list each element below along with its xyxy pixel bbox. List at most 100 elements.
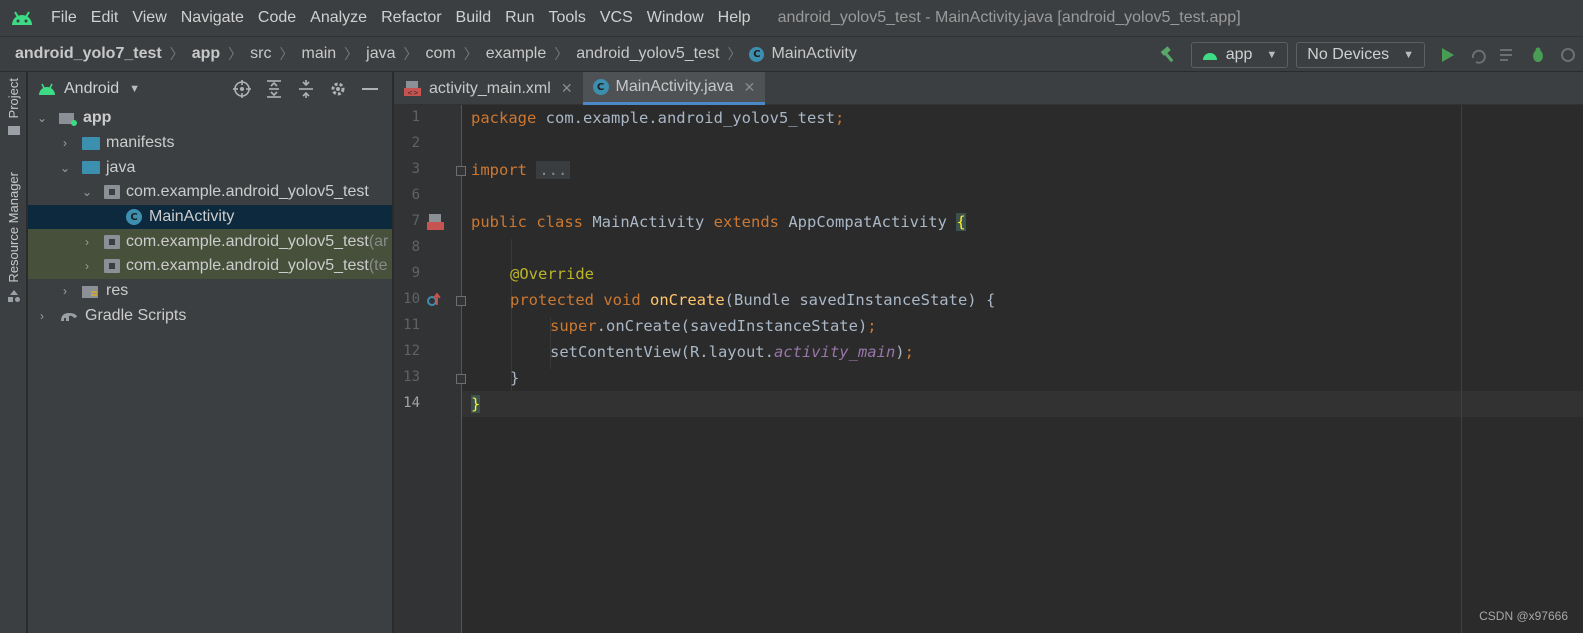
current-line-highlight <box>462 391 1583 417</box>
tree-item-manifests[interactable]: › manifests <box>28 131 392 156</box>
line-number: 11 <box>403 317 420 333</box>
module-folder-icon <box>59 110 77 127</box>
tree-item-app[interactable]: ⌄ app <box>28 106 392 131</box>
resource-manager-tool-tab[interactable]: Resource Manager <box>0 172 27 303</box>
activity-layout-icon[interactable] <box>427 213 444 235</box>
code-line-1: package com.example.android_yolov5_test; <box>471 109 845 127</box>
code-editor[interactable]: 1 2 3 6 7 8 9 10 11 12 13 14 package com… <box>394 105 1583 633</box>
hammer-icon[interactable] <box>1153 40 1183 70</box>
menu-run[interactable]: Run <box>498 9 541 27</box>
android-studio-logo-icon <box>0 0 44 36</box>
tree-item-label: com.example.android_yolov5_test <box>126 183 369 201</box>
menu-tools[interactable]: Tools <box>541 9 592 27</box>
line-number: 1 <box>411 109 420 125</box>
tree-item-package-test[interactable]: › com.example.android_yolov5_test (te <box>28 254 392 279</box>
chevron-down-icon[interactable]: ⌄ <box>35 111 49 125</box>
resource-manager-tab-label: Resource Manager <box>6 172 21 283</box>
line-number: 6 <box>411 187 420 203</box>
code-line-11: super.onCreate(savedInstanceState); <box>550 317 877 335</box>
close-icon[interactable]: ✕ <box>561 80 573 97</box>
menu-file[interactable]: File <box>44 9 84 27</box>
package-icon <box>104 185 120 200</box>
menu-navigate[interactable]: Navigate <box>174 9 251 27</box>
fold-icon[interactable] <box>456 296 466 306</box>
run-icon[interactable] <box>1433 40 1463 70</box>
tree-item-gradle-scripts[interactable]: › Gradle Scripts <box>28 304 392 329</box>
code-line-9: @Override <box>510 265 594 283</box>
breadcrumb-separator-icon: 〉 <box>727 46 742 62</box>
chevron-down-icon[interactable]: ⌄ <box>80 185 94 199</box>
collapse-all-icon[interactable] <box>290 72 322 106</box>
project-view-select[interactable]: Android <box>64 80 119 98</box>
menu-refactor[interactable]: Refactor <box>374 9 448 27</box>
chevron-down-icon[interactable]: ⌄ <box>58 161 72 175</box>
folder-icon <box>7 126 20 136</box>
breadcrumb-project[interactable]: android_yolo7_test <box>15 45 162 63</box>
profile-icon[interactable] <box>1553 40 1583 70</box>
expand-all-icon[interactable] <box>258 72 290 106</box>
breadcrumb-com[interactable]: com <box>426 45 456 63</box>
chevron-right-icon[interactable]: › <box>80 235 94 249</box>
breadcrumb-src[interactable]: src <box>250 45 271 63</box>
run-config-label: app <box>1225 46 1253 63</box>
breadcrumb-separator-icon: 〉 <box>554 46 569 62</box>
menu-analyze[interactable]: Analyze <box>303 9 374 27</box>
minimize-icon[interactable] <box>354 72 386 106</box>
close-icon[interactable]: ✕ <box>744 79 756 96</box>
breadcrumb-example[interactable]: example <box>486 45 546 63</box>
breadcrumb-package[interactable]: android_yolov5_test <box>576 45 719 63</box>
menu-help[interactable]: Help <box>711 9 758 27</box>
chevron-right-icon[interactable]: › <box>58 284 72 298</box>
debug-icon[interactable] <box>1523 40 1553 70</box>
tree-item-label: Gradle Scripts <box>85 306 187 324</box>
tree-item-java[interactable]: ⌄ java <box>28 155 392 180</box>
line-number: 3 <box>411 161 420 177</box>
breadcrumb-app[interactable]: app <box>192 45 220 63</box>
device-select[interactable]: No Devices ▼ <box>1296 42 1425 68</box>
folded-imports[interactable]: ... <box>536 161 571 179</box>
tab-activity-main-xml[interactable]: <> activity_main.xml ✕ <box>394 72 583 105</box>
tree-item-label: MainActivity <box>149 208 235 226</box>
tree-item-res[interactable]: › res <box>28 279 392 304</box>
breadcrumb-class[interactable]: MainActivity <box>771 45 856 63</box>
menu-code[interactable]: Code <box>251 9 303 27</box>
gear-icon[interactable] <box>322 72 354 106</box>
locate-icon[interactable] <box>226 72 258 106</box>
tree-item-mainactivity[interactable]: C MainActivity <box>28 204 392 230</box>
apply-code-changes-icon[interactable] <box>1493 40 1523 70</box>
tree-item-label: com.example.android_yolov5_test <box>126 257 369 275</box>
menu-edit[interactable]: Edit <box>84 9 126 27</box>
android-icon <box>1202 53 1217 60</box>
chevron-right-icon[interactable]: › <box>58 136 72 150</box>
tree-item-label: app <box>83 109 112 127</box>
chevron-right-icon[interactable]: › <box>80 259 94 273</box>
breadcrumb: android_yolo7_test 〉 app 〉 src 〉 main 〉 … <box>0 37 857 71</box>
chevron-down-icon[interactable]: ▼ <box>129 83 140 95</box>
tree-item-suffix: (ar <box>368 232 389 250</box>
tree-item-label: manifests <box>106 134 175 152</box>
tree-item-package[interactable]: ⌄ com.example.android_yolov5_test <box>28 180 392 205</box>
navigation-bar: android_yolo7_test 〉 app 〉 src 〉 main 〉 … <box>0 36 1583 72</box>
breadcrumb-java[interactable]: java <box>366 45 395 63</box>
breadcrumb-separator-icon: 〉 <box>279 46 294 62</box>
menu-vcs[interactable]: VCS <box>593 9 640 27</box>
code-line-12: setContentView(R.layout.activity_main); <box>550 343 914 361</box>
override-method-icon[interactable] <box>426 292 442 311</box>
tab-mainactivity-java[interactable]: C MainActivity.java ✕ <box>582 72 766 105</box>
line-number: 2 <box>411 135 420 151</box>
menu-view[interactable]: View <box>125 9 173 27</box>
chevron-right-icon[interactable]: › <box>35 309 49 323</box>
line-number: 10 <box>403 291 420 307</box>
menu-window[interactable]: Window <box>640 9 711 27</box>
breadcrumb-main[interactable]: main <box>301 45 336 63</box>
menu-build[interactable]: Build <box>449 9 499 27</box>
chevron-down-icon: ▼ <box>1266 49 1278 61</box>
line-number: 7 <box>411 213 420 229</box>
project-tool-tab[interactable]: Project <box>0 78 27 136</box>
fold-icon[interactable] <box>456 374 466 384</box>
run-toolbar: app ▼ No Devices ▼ <box>1153 37 1583 73</box>
apply-changes-icon[interactable] <box>1463 40 1493 70</box>
run-config-select[interactable]: app ▼ <box>1190 42 1289 68</box>
fold-icon[interactable] <box>456 166 466 176</box>
tree-item-package-androidtest[interactable]: › com.example.android_yolov5_test (ar <box>28 229 392 255</box>
